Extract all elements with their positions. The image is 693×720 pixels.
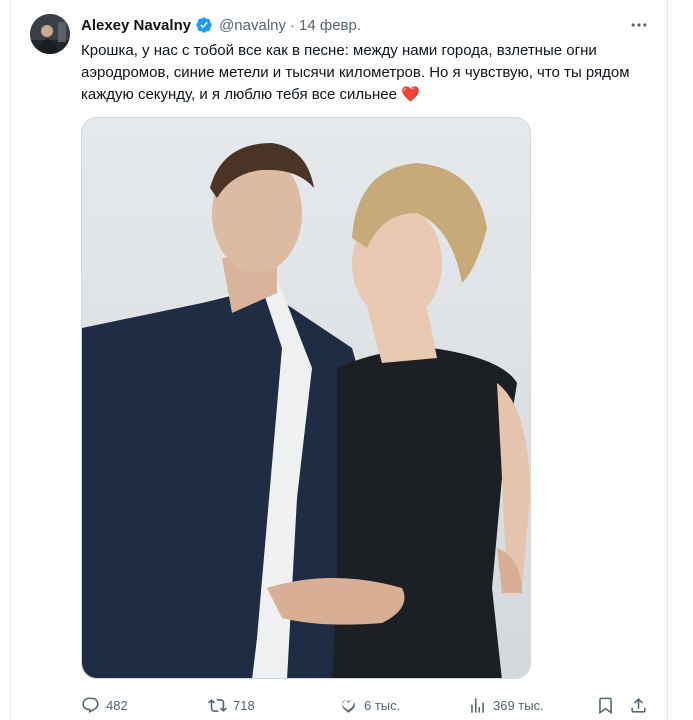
more-options-button[interactable] [628, 14, 650, 36]
views-count: 369 тыс. [493, 697, 544, 713]
tweet-photo[interactable] [81, 117, 531, 679]
bookmark-icon [599, 697, 612, 714]
tweet-text: Крошка, у нас с тобой все как в песне: м… [81, 40, 647, 106]
separator-dot: · [290, 16, 296, 34]
verified-badge-icon[interactable] [195, 16, 213, 34]
author-name[interactable]: Alexey Navalny [81, 17, 191, 34]
like-count: 6 тыс. [364, 697, 401, 713]
retweet-icon [208, 698, 227, 712]
tweet-header: Alexey Navalny @navalny · 14 февр. [81, 15, 361, 35]
tweet-date[interactable]: 14 февр. [299, 17, 361, 34]
reply-count: 482 [106, 697, 128, 713]
retweet-button[interactable]: 718 [208, 693, 255, 717]
author-avatar[interactable] [30, 14, 70, 54]
author-handle[interactable]: @navalny [219, 17, 286, 34]
views-bar-chart-icon [471, 697, 484, 713]
heart-icon [342, 699, 355, 713]
red-heart-emoji: ❤️ [401, 86, 420, 103]
bookmark-button[interactable] [596, 693, 615, 717]
retweet-count: 718 [233, 697, 255, 713]
views-button[interactable]: 369 тыс. [468, 693, 544, 717]
share-button[interactable] [629, 693, 648, 717]
tweet-body: Крошка, у нас с тобой все как в песне: м… [81, 42, 630, 103]
reply-icon [82, 697, 99, 713]
reply-button[interactable]: 482 [81, 693, 128, 717]
like-button[interactable]: 6 тыс. [339, 693, 400, 717]
share-icon [631, 697, 646, 713]
couple-photo-image [82, 118, 530, 678]
avatar-image [30, 14, 70, 54]
tweet-actions-bar: 482 718 6 тыс. 369 тыс. [81, 693, 651, 717]
more-horizontal-icon [631, 23, 647, 27]
